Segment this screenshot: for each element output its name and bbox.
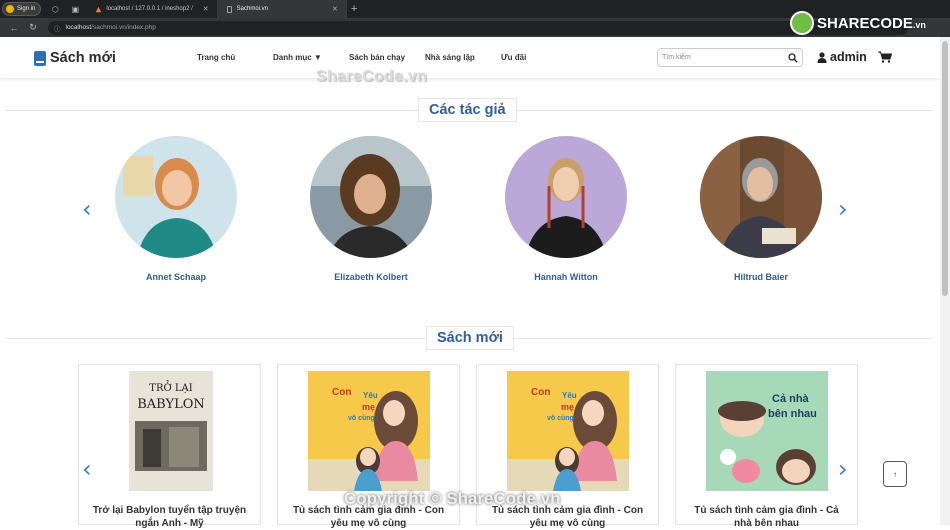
extensions-icon[interactable]: ⬡ [49, 3, 61, 15]
url-host: localhost [65, 24, 92, 31]
author-card[interactable]: Elizabeth Kolbert [291, 136, 451, 282]
address-bar[interactable]: ⓘ localhost/sachmoi.vn/index.php [48, 20, 908, 35]
authors-prev-arrow[interactable]: ‹ [82, 195, 92, 223]
authors-section-title: Các tác giả [418, 98, 517, 122]
arrow-up-icon: ↑ [893, 469, 897, 479]
user-menu[interactable]: admin [817, 50, 867, 64]
search-placeholder: Tìm kiếm [662, 54, 691, 61]
books-next-arrow[interactable]: › [838, 455, 848, 483]
cover-text: vô cùng [348, 415, 375, 422]
back-to-top-button[interactable]: ↑ [883, 461, 907, 487]
back-icon[interactable]: ← [9, 23, 19, 33]
tab-strip-icon[interactable]: ▣ [69, 3, 81, 15]
scrollbar-thumb[interactable] [942, 41, 948, 296]
new-tab-icon[interactable]: + [351, 3, 357, 15]
cover-text: Con [332, 387, 352, 398]
username: admin [830, 50, 867, 64]
user-icon [817, 51, 827, 63]
nav-deals[interactable]: Ưu đãi [501, 53, 526, 62]
sharecode-watermark-logo: SHARECODE.vn [790, 11, 926, 35]
brand-name: Sách mới [50, 50, 116, 66]
book-cover[interactable]: Con Yêu mẹ vô cùng [308, 371, 430, 491]
signin-button[interactable]: Sign in [2, 2, 42, 16]
tab-sachmoi[interactable]: Sachmoi.vn ✕ [217, 0, 347, 18]
brand-logo[interactable]: Sách mới [34, 50, 116, 66]
close-tab-icon[interactable]: ✕ [203, 5, 209, 13]
cover-text: Cả nhà [772, 393, 809, 405]
page-icon [226, 5, 232, 13]
page-scrollbar[interactable] [940, 37, 950, 525]
search-input[interactable]: Tìm kiếm [657, 48, 803, 67]
cover-text: vô cùng [547, 415, 574, 422]
books-prev-arrow[interactable]: ‹ [82, 455, 92, 483]
reload-icon[interactable]: ↻ [28, 22, 38, 33]
book-cover[interactable]: Cả nhà bên nhau [706, 371, 828, 491]
author-avatar[interactable] [115, 136, 237, 258]
author-avatar[interactable] [700, 136, 822, 258]
watermark-text: ShareCode.vn [316, 68, 428, 85]
book-cover[interactable]: TRỞ LẠI BABYLON [129, 371, 213, 491]
nav-categories[interactable]: Danh mục ▼ [273, 53, 322, 62]
tab-phpmyadmin[interactable]: localhost / 127.0.0.1 / ineshop2 / ✕ [87, 0, 218, 18]
book-card[interactable]: Cả nhà bên nhau Tủ sách tình cảm gia đìn… [675, 364, 858, 529]
author-avatar[interactable] [505, 136, 627, 258]
phpmyadmin-icon [96, 6, 102, 12]
author-card[interactable]: Annet Schaap [96, 136, 256, 282]
author-card[interactable]: Hannah Witton [486, 136, 646, 282]
nav-founders[interactable]: Nhà sáng lập [425, 53, 475, 62]
cover-text: mẹ [561, 402, 575, 412]
nav-bestsellers[interactable]: Sách bán chạy [349, 53, 405, 62]
author-avatar[interactable] [310, 136, 432, 258]
copyright-watermark: Copyright © ShareCode.vn [344, 489, 561, 508]
author-name[interactable]: Hannah Witton [486, 272, 646, 282]
cover-text: Yêu [562, 391, 577, 400]
books-section-title: Sách mới [426, 326, 514, 350]
book-title[interactable]: Trở lại Babylon tuyển tập truyện ngắn An… [87, 504, 252, 530]
sharecode-logo-icon [790, 11, 814, 35]
author-name[interactable]: Hiltrud Baier [681, 272, 841, 282]
author-name[interactable]: Annet Schaap [96, 272, 256, 282]
book-icon [34, 50, 46, 66]
cover-text: BABYLON [137, 397, 205, 412]
cover-text: Con [531, 387, 551, 398]
book-title[interactable]: Tủ sách tình cảm gia đình - Cả nhà bên n… [684, 504, 849, 530]
url-path: /sachmoi.vn/index.php [91, 24, 156, 31]
nav-home[interactable]: Trang chủ [197, 53, 235, 62]
search-icon[interactable] [788, 52, 798, 63]
cover-text: TRỞ LẠI [149, 383, 193, 394]
cover-text: Yêu [363, 391, 378, 400]
close-tab-icon[interactable]: ✕ [332, 5, 338, 13]
cart-icon[interactable] [878, 51, 892, 63]
tab-label: localhost / 127.0.0.1 / ineshop2 / [106, 6, 193, 12]
book-cover[interactable]: Con Yêu mẹ vô cùng [507, 371, 629, 491]
author-card[interactable]: Hiltrud Baier [681, 136, 841, 282]
tab-label: Sachmoi.vn [236, 6, 268, 12]
cover-text: mẹ [362, 402, 376, 412]
site-header: Sách mới Trang chủ Danh mục ▼ Sách bán c… [0, 37, 940, 79]
watermark-logo-suffix: .vn [912, 19, 926, 30]
signin-label: Sign in [17, 6, 36, 12]
book-card[interactable]: TRỞ LẠI BABYLON Trở lại Babylon tuyển tậ… [78, 364, 261, 529]
cover-text: bên nhau [768, 408, 817, 420]
author-name[interactable]: Elizabeth Kolbert [291, 272, 451, 282]
watermark-logo-text: SHARECODE [817, 14, 913, 32]
profile-icon [6, 5, 14, 13]
site-info-icon[interactable]: ⓘ [54, 23, 61, 33]
